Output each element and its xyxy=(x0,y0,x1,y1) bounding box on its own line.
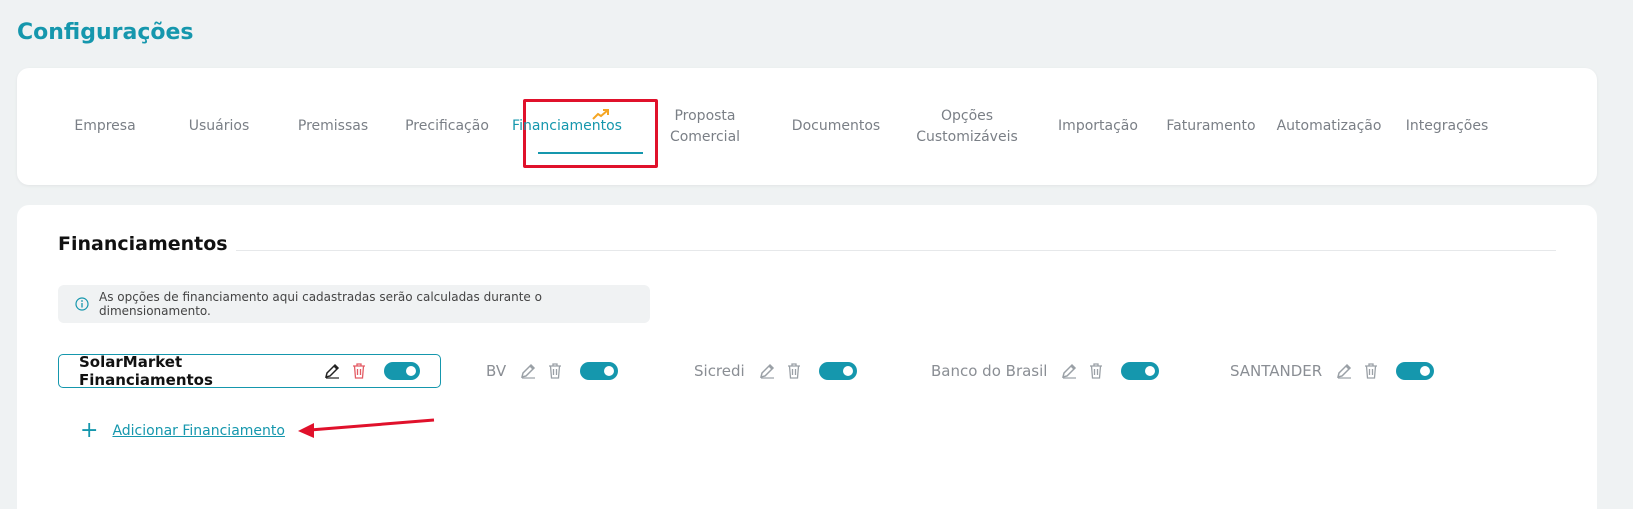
active-tab-underline xyxy=(538,152,643,154)
enable-toggle[interactable] xyxy=(1121,362,1160,380)
section-divider xyxy=(236,250,1556,251)
settings-tabs: Empresa Usuários Premissas Precificação … xyxy=(17,68,1597,185)
tab-usuarios[interactable]: Usuários xyxy=(189,68,250,185)
financing-item-sicredi[interactable]: Sicredi xyxy=(694,354,857,388)
info-text: As opções de financiamento aqui cadastra… xyxy=(99,290,542,318)
financing-name: Banco do Brasil xyxy=(931,362,1048,380)
edit-pencil-icon[interactable] xyxy=(1061,363,1077,379)
tab-proposta-comercial[interactable]: Proposta Comercial xyxy=(670,68,740,185)
plus-icon[interactable]: + xyxy=(80,420,98,442)
financing-item-bv[interactable]: BV xyxy=(486,354,619,388)
tab-automatizacao[interactable]: Automatização xyxy=(1277,68,1382,185)
info-icon xyxy=(75,297,89,311)
section-title: Financiamentos xyxy=(58,233,228,255)
edit-pencil-icon[interactable] xyxy=(324,363,340,379)
financing-name: Sicredi xyxy=(694,362,745,380)
financing-name: SolarMarket Financiamentos xyxy=(79,353,213,389)
financing-item-banco-do-brasil[interactable]: Banco do Brasil xyxy=(931,354,1160,388)
enable-toggle[interactable] xyxy=(818,362,857,380)
financing-item-santander[interactable]: SANTANDER xyxy=(1230,354,1435,388)
financing-item-solarmarket[interactable]: SolarMarket Financiamentos xyxy=(58,353,441,389)
tab-premissas[interactable]: Premissas xyxy=(298,68,368,185)
financing-name: SANTANDER xyxy=(1230,362,1323,380)
red-arrow-annotation xyxy=(298,418,435,438)
enable-toggle[interactable] xyxy=(580,362,619,380)
edit-pencil-icon[interactable] xyxy=(520,363,536,379)
delete-trash-icon[interactable] xyxy=(1364,363,1378,379)
tab-financiamentos[interactable]: Financiamentos xyxy=(512,68,622,185)
delete-trash-icon[interactable] xyxy=(352,363,366,379)
add-financing-row: + Adicionar Financiamento xyxy=(80,420,285,442)
tab-opcoes-customizaveis[interactable]: Opções Customizáveis xyxy=(916,68,1018,185)
enable-toggle[interactable] xyxy=(1396,362,1435,380)
edit-pencil-icon[interactable] xyxy=(1336,363,1352,379)
edit-pencil-icon[interactable] xyxy=(759,363,775,379)
financing-name: BV xyxy=(486,362,507,380)
enable-toggle[interactable] xyxy=(383,362,420,380)
tab-importacao[interactable]: Importação xyxy=(1058,68,1138,185)
info-banner: As opções de financiamento aqui cadastra… xyxy=(58,285,650,323)
tab-documentos[interactable]: Documentos xyxy=(792,68,880,185)
delete-trash-icon[interactable] xyxy=(1089,363,1103,379)
page-title: Configurações xyxy=(17,20,194,45)
tab-empresa[interactable]: Empresa xyxy=(74,68,135,185)
delete-trash-icon[interactable] xyxy=(787,363,801,379)
tab-faturamento[interactable]: Faturamento xyxy=(1166,68,1255,185)
tab-integracoes[interactable]: Integrações xyxy=(1406,68,1489,185)
delete-trash-icon[interactable] xyxy=(548,363,562,379)
tab-precificacao[interactable]: Precificação xyxy=(405,68,489,185)
add-financing-link[interactable]: Adicionar Financiamento xyxy=(112,423,285,439)
